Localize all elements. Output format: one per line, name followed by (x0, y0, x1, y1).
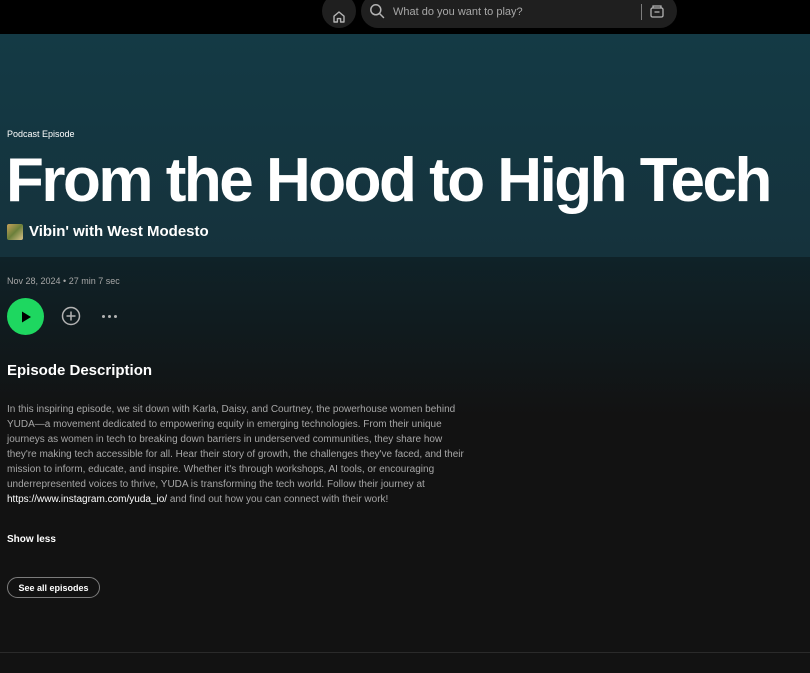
description-body: In this inspiring episode, we sit down w… (7, 404, 464, 490)
more-options-icon[interactable] (98, 306, 120, 326)
browse-icon[interactable] (649, 3, 665, 19)
show-less-button[interactable]: Show less (7, 534, 56, 545)
home-icon (333, 11, 345, 23)
search-icon (370, 4, 385, 19)
search-input[interactable] (393, 3, 633, 21)
show-link[interactable]: Vibin' with West Modesto (7, 223, 209, 240)
home-button[interactable] (322, 0, 356, 28)
more-dot (107, 314, 111, 318)
search-bar[interactable] (361, 0, 677, 28)
more-dot (101, 314, 105, 318)
episode-title: From the Hood to High Tech (6, 146, 772, 215)
description-heading: Episode Description (7, 362, 153, 379)
play-icon (21, 311, 31, 322)
top-bar (0, 0, 810, 34)
show-thumbnail (7, 223, 23, 240)
description-body-end: and find out how you can connect with th… (167, 494, 389, 505)
episode-type-label: Podcast Episode (7, 129, 75, 139)
add-circle-icon[interactable] (61, 306, 81, 326)
header-gradient (0, 257, 810, 417)
episode-description: In this inspiring episode, we sit down w… (7, 402, 467, 507)
search-divider (641, 4, 642, 20)
instagram-link[interactable]: https://www.instagram.com/yuda_io/ (7, 494, 167, 505)
more-dot (113, 314, 117, 318)
footer-divider (0, 652, 810, 653)
show-name: Vibin' with West Modesto (29, 223, 209, 240)
episode-meta: Nov 28, 2024 • 27 min 7 sec (7, 276, 120, 286)
play-button[interactable] (7, 298, 44, 335)
see-all-episodes-button[interactable]: See all episodes (7, 577, 100, 598)
